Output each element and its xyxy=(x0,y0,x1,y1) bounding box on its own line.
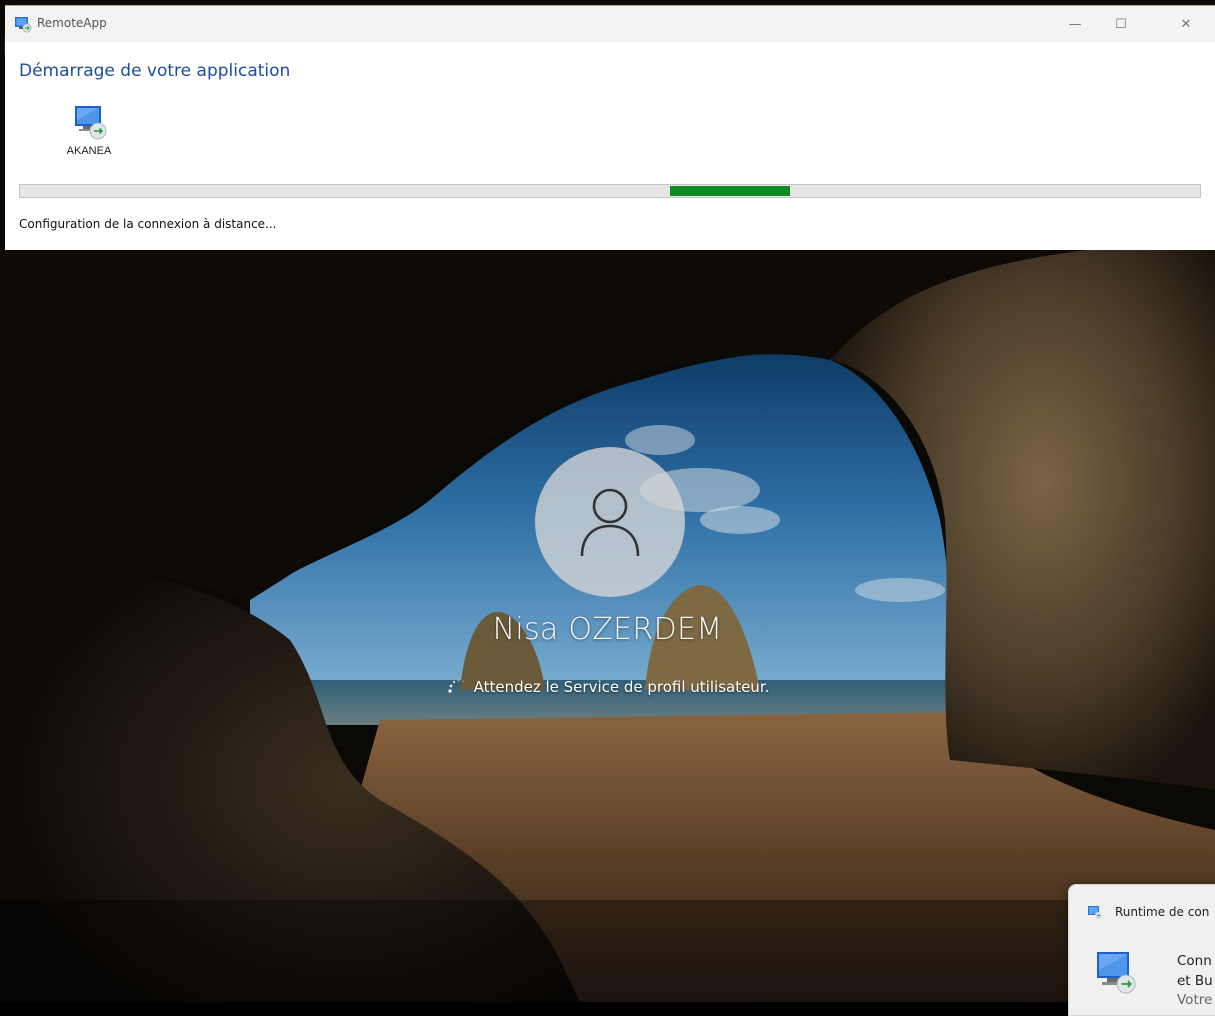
close-button[interactable]: ✕ xyxy=(1163,6,1209,42)
signin-status: Attendez le Service de profil utilisateu… xyxy=(0,676,1215,698)
remote-desktop-icon xyxy=(75,106,107,140)
maximize-button[interactable]: ☐ xyxy=(1098,6,1144,42)
app-label: AKANEA xyxy=(66,145,112,157)
remoteapp-dialog: RemoteApp — ☐ ✕ Démarrage de votre appli… xyxy=(5,5,1215,250)
toast-body-line: Votre xyxy=(1177,992,1213,1008)
toast-title-line1: Conn xyxy=(1177,953,1212,969)
toast-notification[interactable]: Runtime de con Conn et Bu Votre xyxy=(1068,884,1215,1016)
toast-app-name: Runtime de con xyxy=(1115,905,1210,919)
remote-desktop-icon xyxy=(1097,952,1136,994)
progress-bar xyxy=(19,184,1201,198)
title-bar[interactable]: RemoteApp — ☐ ✕ xyxy=(5,6,1215,42)
toast-title-line2: et Bu xyxy=(1177,973,1213,989)
maximize-icon: ☐ xyxy=(1115,16,1127,32)
remote-desktop-icon xyxy=(1088,906,1103,920)
minimize-icon: — xyxy=(1068,16,1082,32)
app-tile: AKANEA xyxy=(53,102,125,157)
dialog-heading: Démarrage de votre application xyxy=(19,61,291,81)
user-avatar xyxy=(535,447,685,597)
signin-status-text: Attendez le Service de profil utilisateu… xyxy=(473,678,770,696)
loading-spinner-icon xyxy=(448,679,464,693)
minimize-button[interactable]: — xyxy=(1052,6,1098,42)
window-title: RemoteApp xyxy=(37,16,107,30)
close-icon: ✕ xyxy=(1180,16,1192,32)
user-name: Nisa OZERDEM xyxy=(492,612,723,647)
window-edge xyxy=(4,36,5,54)
remote-desktop-icon xyxy=(15,17,32,33)
progress-marquee-chunk xyxy=(670,186,790,196)
connection-status: Configuration de la connexion à distance… xyxy=(19,217,277,231)
user-icon xyxy=(580,488,640,557)
